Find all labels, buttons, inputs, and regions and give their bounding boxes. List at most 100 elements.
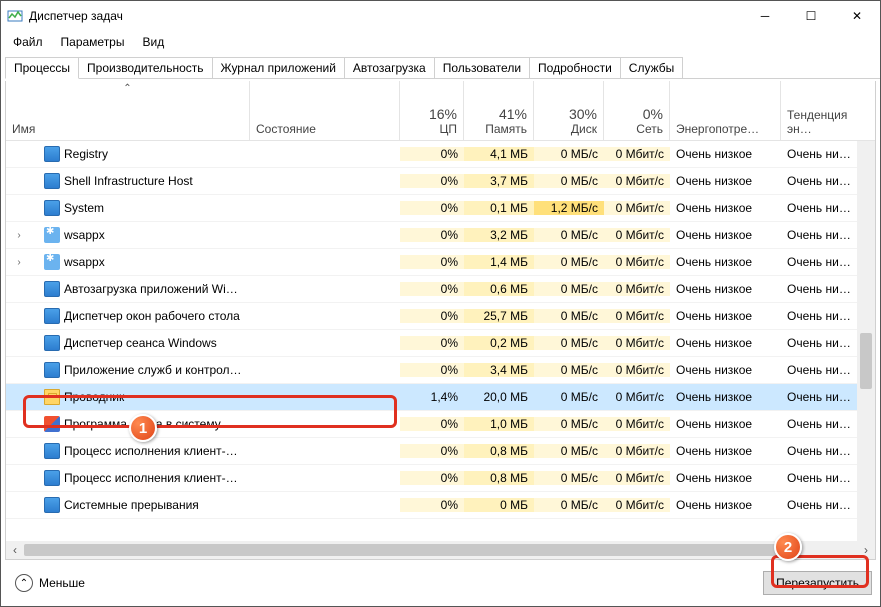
cell-memory: 3,4 МБ [464, 363, 534, 377]
col-network[interactable]: 0% Сеть [604, 81, 670, 140]
cell-cpu: 0% [400, 498, 464, 512]
col-name-label: Имя [12, 122, 35, 136]
cell-power: Очень низкое [670, 363, 781, 377]
cell-cpu: 0% [400, 228, 464, 242]
process-name: Системные прерывания [64, 498, 199, 512]
table-row[interactable]: Процесс исполнения клиент-…0%0,8 МБ0 МБ/… [6, 465, 875, 492]
cell-memory: 0 МБ [464, 498, 534, 512]
process-icon [44, 416, 60, 432]
process-name: Проводник [64, 390, 124, 404]
cell-cpu: 0% [400, 417, 464, 431]
tab-users[interactable]: Пользователи [434, 57, 530, 79]
process-icon [44, 497, 60, 513]
cell-disk: 0 МБ/с [534, 390, 604, 404]
col-disk[interactable]: 30% Диск [534, 81, 604, 140]
fewer-details-button[interactable]: ⌃ Меньше [9, 570, 91, 596]
tab-services[interactable]: Службы [620, 57, 683, 79]
col-cpu-label: ЦП [439, 122, 457, 136]
cell-cpu: 0% [400, 282, 464, 296]
scroll-thumb[interactable] [24, 544, 790, 556]
table-row[interactable]: Диспетчер сеанса Windows0%0,2 МБ0 МБ/с0 … [6, 330, 875, 357]
expand-toggle[interactable]: › [12, 230, 26, 241]
col-trend[interactable]: Тенденция эн… [781, 81, 875, 140]
tab-startup[interactable]: Автозагрузка [344, 57, 435, 79]
cell-disk: 0 МБ/с [534, 228, 604, 242]
cell-memory: 0,6 МБ [464, 282, 534, 296]
process-icon [44, 200, 60, 216]
cell-cpu: 0% [400, 444, 464, 458]
footer: ⌃ Меньше Перезапустить [5, 566, 876, 600]
scroll-track[interactable] [24, 541, 857, 559]
table-row[interactable]: Диспетчер окон рабочего стола0%25,7 МБ0 … [6, 303, 875, 330]
col-state[interactable]: Состояние [250, 81, 400, 140]
cell-network: 0 Мбит/с [604, 174, 670, 188]
restart-button[interactable]: Перезапустить [763, 571, 872, 595]
process-icon [44, 335, 60, 351]
table-row[interactable]: Приложение служб и контрол…0%3,4 МБ0 МБ/… [6, 357, 875, 384]
tab-app-history[interactable]: Журнал приложений [212, 57, 345, 79]
table-row[interactable]: Автозагрузка приложений Wi…0%0,6 МБ0 МБ/… [6, 276, 875, 303]
expand-toggle[interactable]: › [12, 257, 26, 268]
table-row[interactable]: Программа входа в систему …0%1,0 МБ0 МБ/… [6, 411, 875, 438]
maximize-icon: ☐ [806, 9, 817, 23]
maximize-button[interactable]: ☐ [788, 1, 834, 31]
cell-memory: 0,2 МБ [464, 336, 534, 350]
minimize-icon: ─ [761, 9, 770, 23]
process-name: Автозагрузка приложений Wi… [64, 282, 238, 296]
col-cpu-pct: 16% [429, 106, 457, 122]
col-state-label: Состояние [256, 122, 316, 136]
process-icon [44, 281, 60, 297]
col-name[interactable]: ⌃ Имя [6, 81, 250, 140]
tab-details[interactable]: Подробности [529, 57, 621, 79]
col-cpu[interactable]: 16% ЦП [400, 81, 464, 140]
table-row[interactable]: ›wsappx0%1,4 МБ0 МБ/с0 Мбит/сОчень низко… [6, 249, 875, 276]
vertical-scrollbar[interactable] [857, 141, 875, 541]
table-row[interactable]: Системные прерывания0%0 МБ0 МБ/с0 Мбит/с… [6, 492, 875, 519]
cell-memory: 0,8 МБ [464, 471, 534, 485]
table-row[interactable]: Shell Infrastructure Host0%3,7 МБ0 МБ/с0… [6, 168, 875, 195]
process-name: Registry [64, 147, 108, 161]
cell-power: Очень низкое [670, 336, 781, 350]
cell-disk: 0 МБ/с [534, 255, 604, 269]
tab-performance[interactable]: Производительность [78, 57, 212, 79]
cell-name: ›wsappx [6, 254, 250, 270]
cell-power: Очень низкое [670, 471, 781, 485]
table-row[interactable]: Процесс исполнения клиент-…0%0,8 МБ0 МБ/… [6, 438, 875, 465]
scroll-right-icon[interactable]: › [857, 541, 875, 559]
col-memory[interactable]: 41% Память [464, 81, 534, 140]
cell-cpu: 0% [400, 471, 464, 485]
menu-file[interactable]: Файл [5, 33, 51, 51]
cell-name: Registry [6, 146, 250, 162]
cell-disk: 0 МБ/с [534, 336, 604, 350]
cell-name: System [6, 200, 250, 216]
cell-memory: 1,4 МБ [464, 255, 534, 269]
cell-cpu: 0% [400, 336, 464, 350]
cell-disk: 0 МБ/с [534, 363, 604, 377]
process-name: Программа входа в систему … [64, 417, 236, 431]
close-button[interactable]: ✕ [834, 1, 880, 31]
vertical-scroll-thumb[interactable] [860, 333, 872, 389]
scroll-left-icon[interactable]: ‹ [6, 541, 24, 559]
tab-processes[interactable]: Процессы [5, 57, 79, 79]
cell-power: Очень низкое [670, 309, 781, 323]
process-icon [44, 308, 60, 324]
menu-view[interactable]: Вид [134, 33, 172, 51]
menu-options[interactable]: Параметры [53, 33, 133, 51]
col-power[interactable]: Энергопотре… [670, 81, 781, 140]
minimize-button[interactable]: ─ [742, 1, 788, 31]
cell-network: 0 Мбит/с [604, 255, 670, 269]
process-name: System [64, 201, 104, 215]
cell-network: 0 Мбит/с [604, 147, 670, 161]
cell-network: 0 Мбит/с [604, 228, 670, 242]
cell-disk: 0 МБ/с [534, 471, 604, 485]
table-row[interactable]: ›wsappx0%3,2 МБ0 МБ/с0 Мбит/сОчень низко… [6, 222, 875, 249]
col-trend-label: Тенденция эн… [787, 108, 869, 136]
process-icon [44, 173, 60, 189]
process-name: Shell Infrastructure Host [64, 174, 193, 188]
col-net-label: Сеть [636, 122, 663, 136]
table-row[interactable]: Registry0%4,1 МБ0 МБ/с0 Мбит/сОчень низк… [6, 141, 875, 168]
table-row[interactable]: System0%0,1 МБ1,2 МБ/с0 Мбит/сОчень низк… [6, 195, 875, 222]
table-row[interactable]: Проводник1,4%20,0 МБ0 МБ/с0 Мбит/сОчень … [6, 384, 875, 411]
horizontal-scrollbar[interactable]: ‹ › [6, 541, 875, 559]
window-controls: ─ ☐ ✕ [742, 1, 880, 31]
